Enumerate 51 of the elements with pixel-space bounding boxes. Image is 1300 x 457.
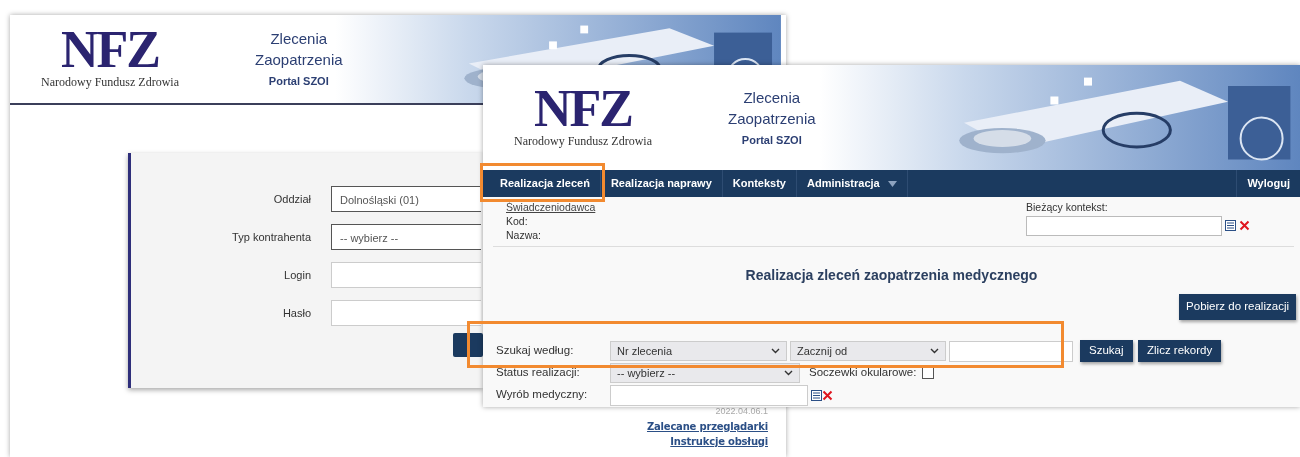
select-field[interactable]: Dolnośląski (01): [331, 186, 481, 212]
input-field[interactable]: [331, 262, 481, 288]
list-icon[interactable]: [1224, 220, 1236, 232]
field-label: Oddział: [272, 191, 311, 207]
field-label: Hasło: [281, 305, 311, 321]
footer-link[interactable]: Zalecane przeglądarki: [647, 418, 768, 434]
context-label: Bieżący kontekst:: [1026, 200, 1109, 215]
filter-label: Wyrób medyczny:: [496, 387, 589, 403]
portal-subtitle: Portal SZOI: [741, 132, 802, 148]
portal-title: Zlecenia: [743, 87, 801, 108]
filter-label: Szukaj według:: [496, 343, 575, 359]
nav-tab[interactable]: Konteksty: [722, 170, 797, 197]
logo: NFZ: [61, 27, 159, 73]
nav-tab[interactable]: Realizacja naprawy: [600, 170, 723, 197]
nav-tab[interactable]: Administracja: [796, 170, 908, 197]
chevron-icon: [771, 348, 780, 354]
search-button[interactable]: Szukaj: [1080, 340, 1133, 362]
select-field[interactable]: -- wybierz --: [331, 224, 481, 250]
context-field[interactable]: [1026, 215, 1222, 236]
input-field[interactable]: [331, 300, 481, 326]
fetch-button[interactable]: Pobierz do realizacji: [1179, 294, 1296, 320]
version-label: 2022.04.06.1: [715, 405, 768, 418]
clear-icon[interactable]: [822, 389, 833, 401]
search-button[interactable]: Zlicz rekordy: [1138, 340, 1222, 362]
input-field[interactable]: [949, 340, 1073, 362]
list-icon[interactable]: [811, 389, 822, 401]
field-label: Kod:: [506, 214, 529, 228]
footer-link[interactable]: Instrukcje obsługi: [670, 433, 768, 449]
portal-title: Zlecenia: [270, 29, 328, 50]
clear-icon[interactable]: [1238, 220, 1250, 232]
portal-title: Zaopatrzenia: [728, 108, 816, 129]
nav-tab[interactable]: Realizacja zleceń: [490, 170, 601, 197]
logo: NFZ: [534, 85, 632, 132]
field-label: Nazwa:: [506, 228, 542, 242]
chevron-icon: [930, 348, 939, 354]
filter-label: Status realizacji:: [496, 365, 581, 381]
select-field[interactable]: Zacznij od: [790, 341, 946, 361]
select-field[interactable]: Nr zlecenia: [610, 341, 787, 361]
logout-link[interactable]: Wyloguj: [1236, 170, 1300, 197]
chevron-icon: [784, 370, 793, 376]
logo-subtitle: Narodowy Fundusz Zdrowia: [514, 132, 652, 150]
checkbox-label: Soczewki okularowe:: [809, 365, 917, 381]
input-field[interactable]: [610, 384, 808, 406]
field-label: Login: [283, 267, 311, 283]
logo-subtitle: Narodowy Fundusz Zdrowia: [41, 74, 179, 91]
field-label: Typ kontrahenta: [231, 229, 311, 245]
page-heading: Realizacja zleceń zaopatrzenia medycznego: [744, 266, 1039, 285]
caret-icon: [887, 180, 897, 187]
portal-subtitle: Portal SZOI: [268, 74, 329, 90]
portal-title: Zaopatrzenia: [255, 50, 343, 71]
provider-link[interactable]: Świadczeniodawca: [506, 200, 596, 214]
